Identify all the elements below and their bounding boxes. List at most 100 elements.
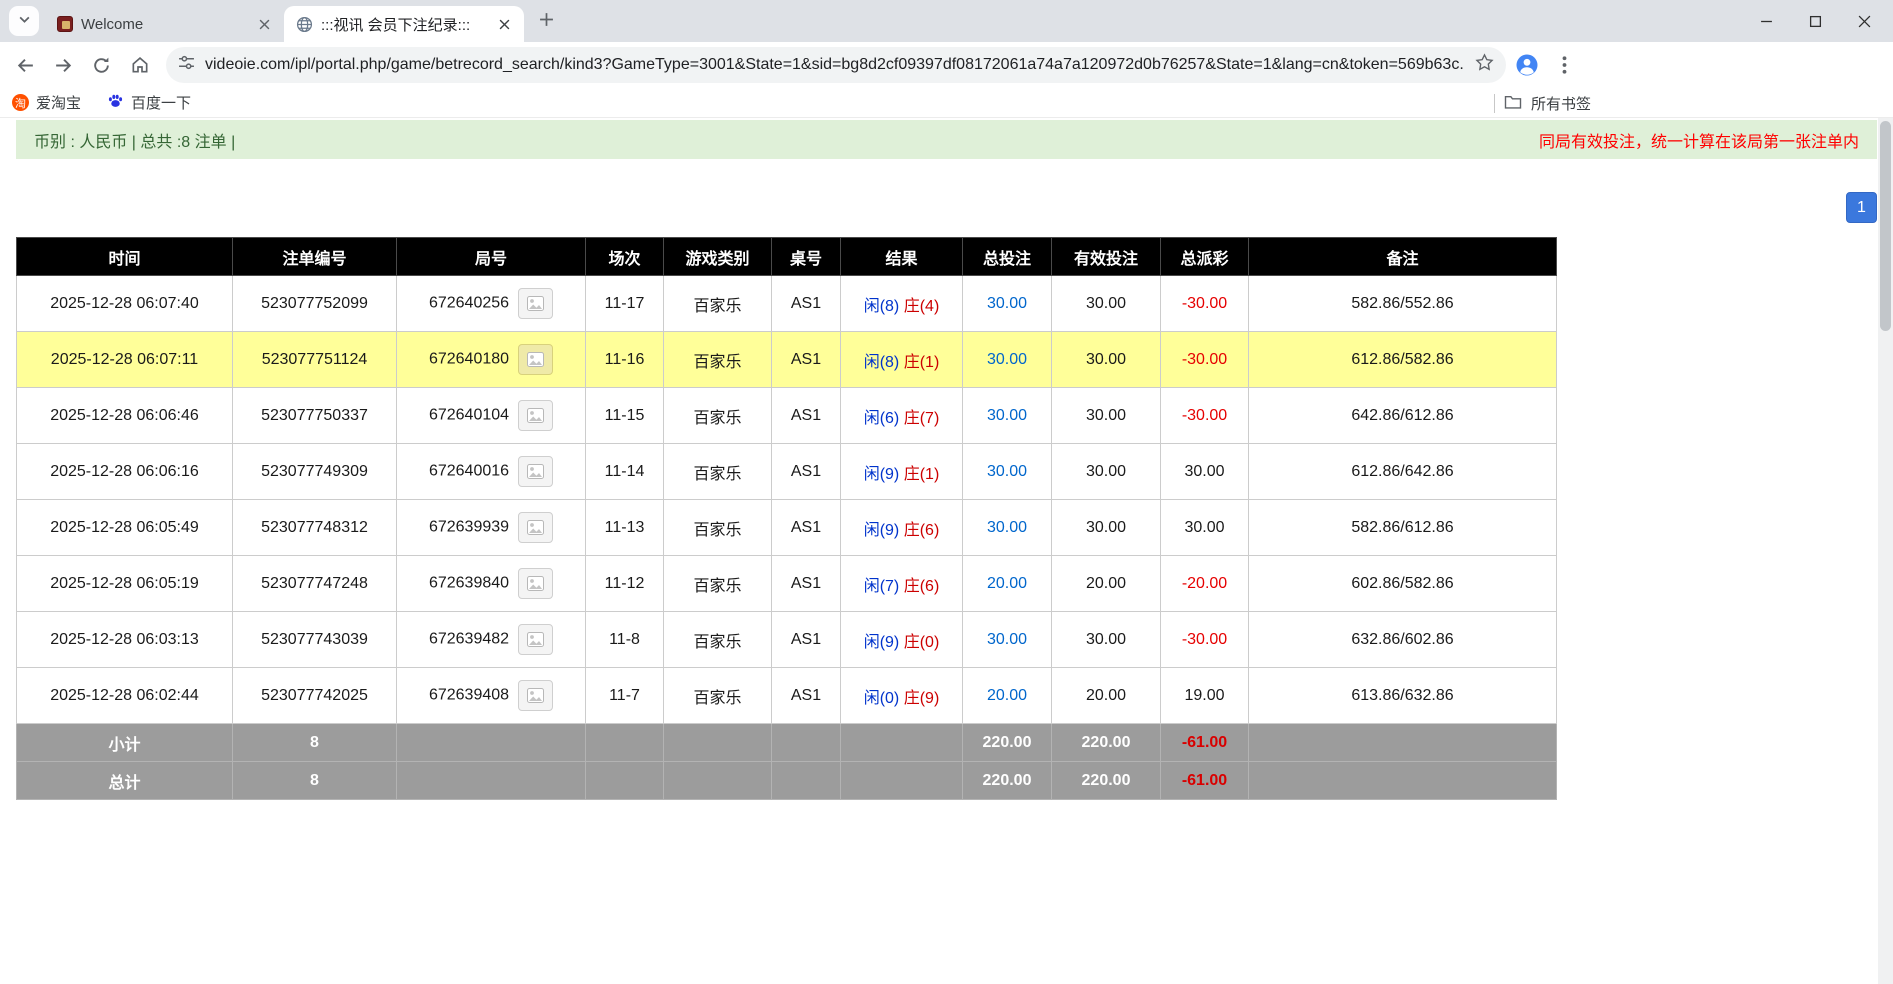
header-total-bet: 总投注: [963, 238, 1052, 276]
video-replay-button[interactable]: [518, 344, 553, 375]
video-replay-button[interactable]: [518, 456, 553, 487]
summary-info-bar: 币别 : 人民币 | 总共 :8 注单 | 同局有效投注，统一计算在该局第一张注…: [16, 120, 1877, 159]
empty-cell: [586, 724, 664, 762]
cell-payout: 30.00: [1161, 500, 1249, 556]
cell-payout: -20.00: [1161, 556, 1249, 612]
video-replay-button[interactable]: [518, 512, 553, 543]
maximize-button[interactable]: [1791, 0, 1840, 42]
total-total-bet: 220.00: [963, 762, 1052, 800]
cell-note: 582.86/612.86: [1249, 500, 1557, 556]
table-row: 2025-12-28 06:06:46523077750337672640104…: [17, 388, 1557, 444]
cell-round: 672640180: [397, 332, 586, 388]
cell-valid-bet: 20.00: [1052, 556, 1161, 612]
home-icon: [130, 55, 150, 75]
cell-note: 602.86/582.86: [1249, 556, 1557, 612]
cell-result: 闲(6) 庄(7): [841, 388, 963, 444]
round-number: 672639408: [429, 687, 509, 704]
video-replay-button[interactable]: [518, 568, 553, 599]
result-banker: 庄(0): [904, 634, 940, 651]
table-row: 2025-12-28 06:07:11523077751124672640180…: [17, 332, 1557, 388]
bookmark-taobao[interactable]: 淘 爱淘宝: [12, 92, 81, 113]
cell-payout: -30.00: [1161, 612, 1249, 668]
video-replay-button[interactable]: [518, 680, 553, 711]
cell-total-bet[interactable]: 30.00: [963, 332, 1052, 388]
cell-total-bet[interactable]: 20.00: [963, 668, 1052, 724]
bookmark-star-icon[interactable]: [1475, 53, 1494, 77]
page-1-button[interactable]: 1: [1846, 192, 1877, 223]
url-bar[interactable]: videoie.com/ipl/portal.php/game/betrecor…: [166, 47, 1506, 83]
cell-total-bet[interactable]: 30.00: [963, 444, 1052, 500]
cell-table-no: AS1: [772, 556, 841, 612]
navigation-bar: videoie.com/ipl/portal.php/game/betrecor…: [0, 42, 1893, 88]
video-replay-button[interactable]: [518, 288, 553, 319]
cell-note: 582.86/552.86: [1249, 276, 1557, 332]
forward-button[interactable]: [46, 48, 81, 83]
home-button[interactable]: [122, 48, 157, 83]
subtotal-row: 小计 8 220.00 220.00 -61.00: [17, 724, 1557, 762]
table-header-row: 时间 注单编号 局号 场次 游戏类别 桌号 结果 总投注 有效投注 总派彩 备注: [17, 238, 1557, 276]
cell-total-bet[interactable]: 30.00: [963, 276, 1052, 332]
round-number: 672640256: [429, 295, 509, 312]
pagination: 1: [16, 192, 1877, 223]
currency-summary-text: 币别 : 人民币 | 总共 :8 注单 |: [34, 128, 235, 152]
bookmark-label: 爱淘宝: [36, 92, 81, 113]
tab-welcome[interactable]: Welcome: [44, 6, 284, 42]
cell-time: 2025-12-28 06:02:44: [17, 668, 233, 724]
header-valid-bet: 有效投注: [1052, 238, 1161, 276]
all-bookmarks[interactable]: 所有书签: [1494, 88, 1591, 118]
cell-note: 642.86/612.86: [1249, 388, 1557, 444]
reload-button[interactable]: [84, 48, 119, 83]
table-row: 2025-12-28 06:06:16523077749309672640016…: [17, 444, 1557, 500]
globe-favicon-icon: [296, 16, 313, 33]
photo-icon: [527, 352, 544, 367]
cell-round: 672640016: [397, 444, 586, 500]
result-player: 闲(9): [864, 634, 900, 651]
cell-payout: -30.00: [1161, 388, 1249, 444]
scrollbar-thumb[interactable]: [1880, 121, 1891, 331]
cell-bet-id: 523077748312: [233, 500, 397, 556]
empty-cell: [664, 762, 772, 800]
cell-total-bet[interactable]: 30.00: [963, 500, 1052, 556]
tab-close-icon[interactable]: [255, 15, 274, 34]
cell-time: 2025-12-28 06:07:40: [17, 276, 233, 332]
video-replay-button[interactable]: [518, 624, 553, 655]
cell-game-type: 百家乐: [664, 276, 772, 332]
profile-button[interactable]: [1509, 48, 1544, 83]
cell-valid-bet: 30.00: [1052, 500, 1161, 556]
site-info-icon[interactable]: [178, 54, 195, 76]
photo-icon: [527, 296, 544, 311]
cell-round: 672639939: [397, 500, 586, 556]
back-button[interactable]: [8, 48, 43, 83]
cell-total-bet[interactable]: 30.00: [963, 388, 1052, 444]
cell-table-no: AS1: [772, 276, 841, 332]
folder-icon: [1504, 94, 1522, 113]
cell-payout: -30.00: [1161, 276, 1249, 332]
bookmark-baidu[interactable]: 百度一下: [107, 92, 191, 113]
cell-total-bet[interactable]: 20.00: [963, 556, 1052, 612]
empty-cell: [397, 724, 586, 762]
minimize-button[interactable]: [1742, 0, 1791, 42]
cell-session: 11-16: [586, 332, 664, 388]
cell-game-type: 百家乐: [664, 556, 772, 612]
cell-total-bet[interactable]: 30.00: [963, 612, 1052, 668]
cell-result: 闲(7) 庄(6): [841, 556, 963, 612]
cell-result: 闲(9) 庄(0): [841, 612, 963, 668]
tab-search-button[interactable]: [9, 6, 39, 36]
bet-records-table: 时间 注单编号 局号 场次 游戏类别 桌号 结果 总投注 有效投注 总派彩 备注…: [16, 237, 1557, 800]
video-replay-button[interactable]: [518, 400, 553, 431]
total-row: 总计 8 220.00 220.00 -61.00: [17, 762, 1557, 800]
tab-bet-records[interactable]: :::视讯 会员下注纪录:::: [284, 6, 524, 42]
result-player: 闲(7): [864, 578, 900, 595]
total-valid-bet: 220.00: [1052, 762, 1161, 800]
result-player: 闲(9): [864, 522, 900, 539]
tab-close-icon[interactable]: [495, 15, 514, 34]
cell-bet-id: 523077751124: [233, 332, 397, 388]
close-button[interactable]: [1840, 0, 1889, 42]
result-banker: 庄(6): [904, 522, 940, 539]
menu-button[interactable]: [1547, 48, 1582, 83]
new-tab-button[interactable]: [531, 6, 561, 36]
url-text[interactable]: videoie.com/ipl/portal.php/game/betrecor…: [205, 56, 1465, 74]
cell-session: 11-8: [586, 612, 664, 668]
vertical-scrollbar[interactable]: [1878, 118, 1893, 984]
table-row: 2025-12-28 06:05:19523077747248672639840…: [17, 556, 1557, 612]
